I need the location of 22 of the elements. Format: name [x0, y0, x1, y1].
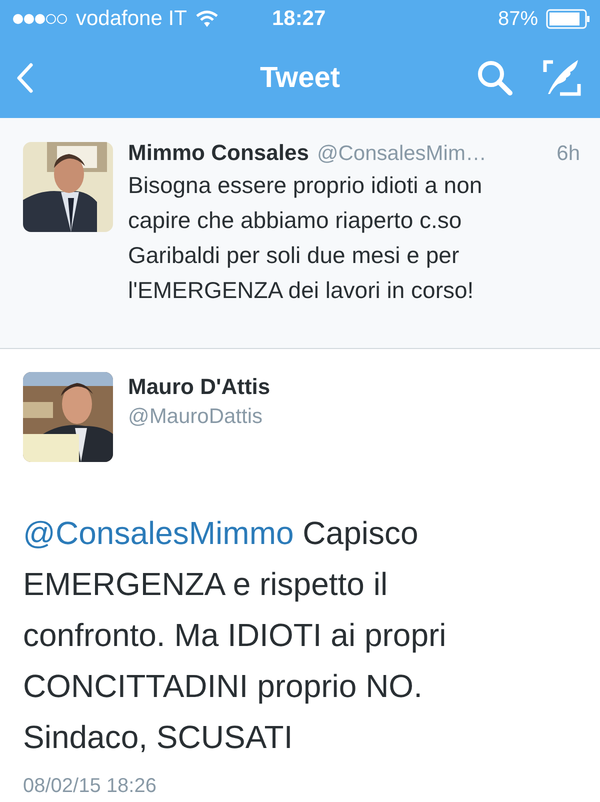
quill-icon: [542, 58, 582, 98]
back-button[interactable]: [16, 62, 34, 94]
search-icon: [476, 59, 514, 97]
battery-icon: [546, 9, 590, 29]
wifi-icon: [194, 10, 219, 28]
carrier-name: vodafone IT: [76, 7, 187, 31]
tweet-text: Bisogna essere proprio idioti a non capire che abbiamo riaperto c.so Garibaldi per soli due mesi e per l'EMERGENZA dei lavori in corso!: [128, 171, 484, 305]
tweet-text: @ConsalesMimmo Capisco EMERGENZA e rispetto il confronto. Ma IDIOTI ai propri CONCITTADINI proprio NO. Sindaco, SCUSATI: [23, 514, 448, 757]
tweet-timestamp: 08/02/15 18:26: [23, 775, 156, 798]
author-name: Mimmo Consales: [128, 140, 309, 166]
search-button[interactable]: [476, 59, 514, 97]
battery-percent: 87%: [498, 8, 538, 30]
mention-link[interactable]: @ConsalesMimmo: [23, 515, 294, 551]
chevron-left-icon: [16, 62, 34, 94]
author-handle: @ConsalesMim…: [316, 142, 486, 166]
screen-title: Tweet: [258, 62, 342, 94]
author-handle: @MauroDattis: [128, 404, 264, 430]
compose-button[interactable]: [542, 58, 582, 98]
signal-icon: [12, 13, 68, 25]
clock-time: 18:27: [272, 7, 326, 31]
tweet-age: 6h: [556, 142, 580, 166]
author-name: Mauro D'Attis: [128, 373, 270, 401]
